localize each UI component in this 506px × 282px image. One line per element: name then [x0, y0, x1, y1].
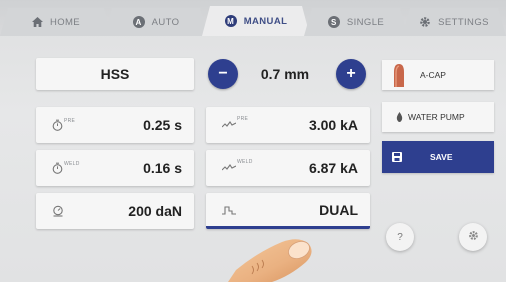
finger-image: [228, 239, 312, 282]
device-screen: HOME A AUTO M MANUAL S SINGLE SETTINGS H…: [0, 0, 506, 282]
